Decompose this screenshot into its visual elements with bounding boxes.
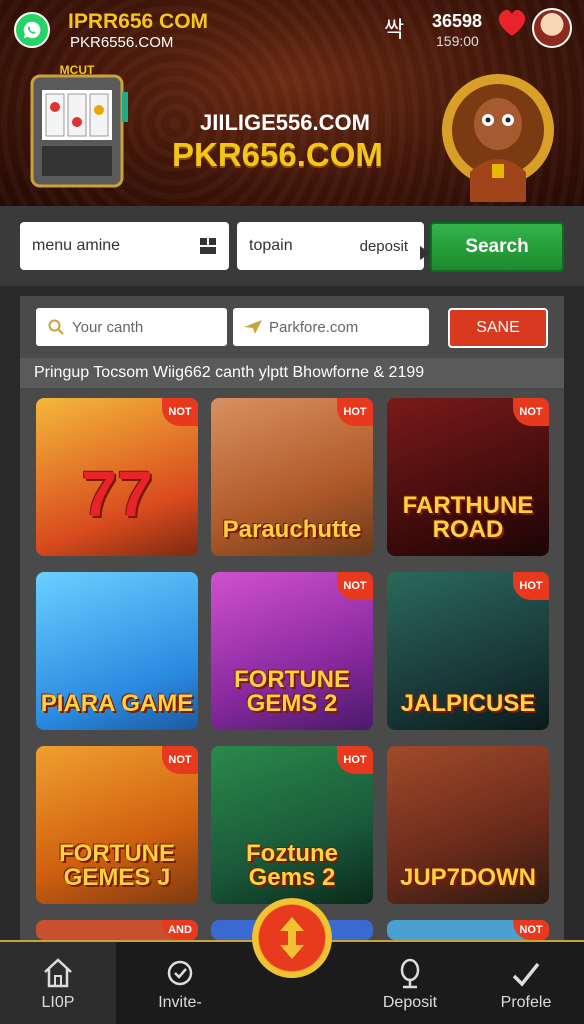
caret-right-icon: [420, 246, 430, 260]
game-title: FORTUNE GEMES J: [59, 840, 175, 891]
nav-invite[interactable]: Invite-: [122, 942, 238, 1024]
topain-value: topain: [249, 237, 293, 254]
game-tile[interactable]: AND: [36, 920, 198, 940]
hot-badge: AND: [162, 920, 198, 940]
whatsapp-icon[interactable]: [14, 12, 50, 48]
heart-icon[interactable]: [496, 8, 528, 38]
hot-badge: NOT: [513, 920, 549, 940]
site-input[interactable]: Parkfore.com: [233, 308, 429, 346]
deposit-icon: [400, 958, 420, 989]
game-tile[interactable]: NOT: [387, 920, 549, 940]
balance-value: 36598: [432, 11, 483, 31]
game-tile[interactable]: Parauchutte HOT: [211, 398, 373, 556]
game-title: PIARA GAME: [40, 690, 194, 717]
nav-profile-label: Profele: [500, 994, 552, 1011]
swap-arrows-icon: [280, 917, 304, 959]
grid-icon: [200, 238, 216, 254]
invite-icon: [167, 960, 193, 986]
nav-deposit-label: Deposit: [382, 994, 438, 1011]
avatar[interactable]: [532, 8, 572, 48]
game-tile[interactable]: 77 NOT: [36, 398, 198, 556]
search-bar: menu amine topain deposit Search: [0, 206, 584, 286]
game-tile[interactable]: PIARA GAME: [36, 572, 198, 730]
save-button[interactable]: SANE: [448, 308, 548, 348]
game-tile[interactable]: FARTHUNE ROAD NOT: [387, 398, 549, 556]
center-action-button[interactable]: [252, 898, 332, 978]
search-button[interactable]: Search: [430, 222, 564, 272]
nav-invite-label: Invite-: [158, 994, 202, 1011]
site-name-secondary: PKR6556.COM: [70, 34, 174, 51]
header-banner: IPRR656 COM PKR6556.COM 싹 36598 159:00 M…: [0, 0, 584, 206]
game-title: 77: [81, 458, 153, 530]
game-panel: Your canth Parkfore.com SANE Pringup Toc…: [20, 296, 564, 996]
site-placeholder: Parkfore.com: [269, 318, 359, 336]
home-icon: [44, 958, 72, 988]
slot-label: MCUT: [60, 63, 95, 77]
profile-icon: [512, 962, 540, 987]
nav-profile[interactable]: Profele: [468, 942, 584, 1024]
game-tile[interactable]: JALPICUSE HOT: [387, 572, 549, 730]
deposit-label: deposit: [359, 237, 408, 255]
game-search-input[interactable]: Your canth: [36, 308, 227, 346]
game-title: FORTUNE GEMS 2: [234, 666, 350, 717]
hero-domain-1: JIILIGE556.COM: [200, 110, 370, 135]
plane-icon: [244, 320, 262, 334]
game-title: Parauchutte: [222, 516, 362, 543]
menu-value: menu amine: [32, 237, 121, 254]
gift-icon[interactable]: 싹: [384, 12, 404, 44]
slot-machine-icon: MCUT: [30, 63, 128, 188]
nav-home[interactable]: LI0P: [0, 942, 116, 1024]
site-name-primary: IPRR656 COM: [68, 10, 209, 33]
game-tile[interactable]: FORTUNE GEMS 2 NOT: [211, 572, 373, 730]
timer-value: 159:00: [436, 33, 479, 49]
topain-field[interactable]: topain deposit: [237, 222, 424, 270]
menu-select[interactable]: menu amine: [20, 222, 229, 270]
game-title: FARTHUNE ROAD: [402, 492, 534, 543]
game-tile[interactable]: FORTUNE GEMES J NOT: [36, 746, 198, 904]
game-title: Foztune Gems 2: [246, 840, 338, 891]
filter-row: Your canth Parkfore.com SANE: [20, 296, 564, 358]
game-title: JALPICUSE: [400, 690, 536, 717]
nav-home-label: LI0P: [41, 994, 75, 1011]
hero-domain-2: PKR656.COM: [172, 136, 383, 173]
search-icon: [48, 319, 64, 335]
mascot-image: [442, 74, 554, 202]
game-search-placeholder: Your canth: [72, 318, 144, 336]
game-tile[interactable]: JUP7DOWN: [387, 746, 549, 904]
game-tile[interactable]: Foztune Gems 2 HOT: [211, 746, 373, 904]
nav-deposit[interactable]: Deposit: [352, 942, 468, 1024]
promo-marquee: Pringup Tocsom Wiig662 canth ylptt Bhowf…: [20, 358, 564, 388]
game-title: JUP7DOWN: [399, 864, 537, 891]
